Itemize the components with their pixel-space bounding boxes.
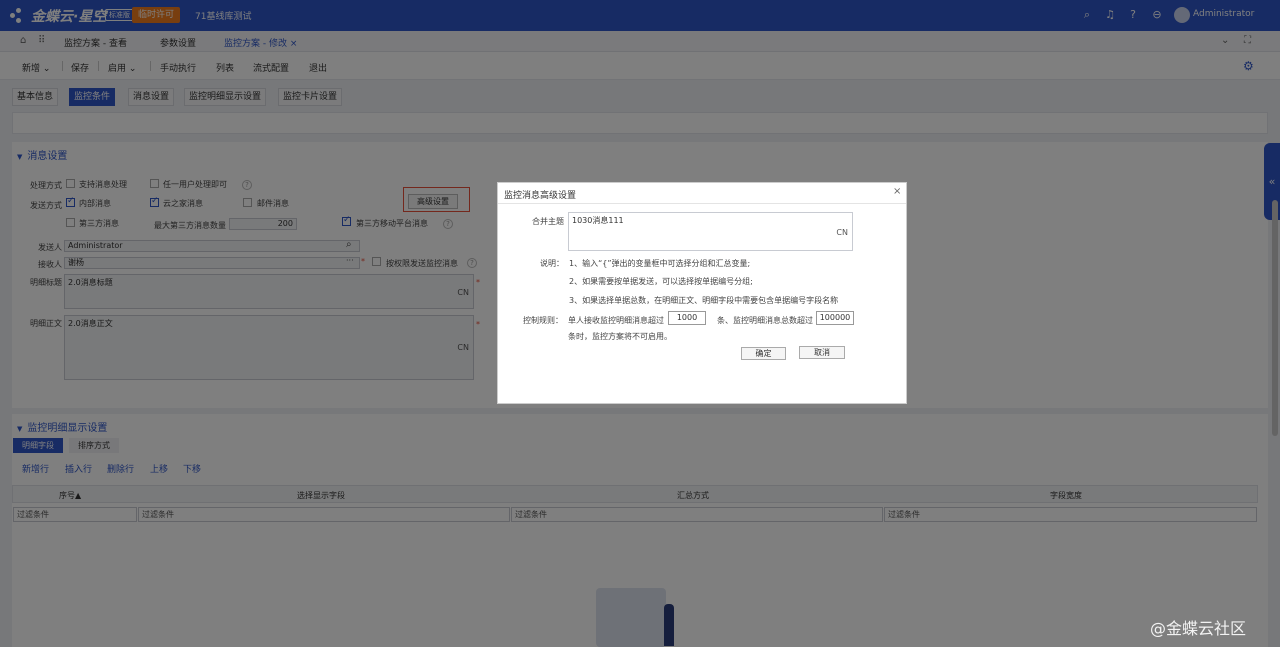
total-limit-input[interactable]: 100000	[816, 311, 854, 325]
cancel-button[interactable]: 取消	[799, 346, 845, 359]
advanced-settings-dialog: 监控消息高级设置 × 合并主题 1030消息111 CN 说明： 1、输入“{”…	[497, 182, 907, 404]
per-user-limit-input[interactable]: 1000	[668, 311, 706, 325]
dialog-title: 监控消息高级设置	[504, 191, 577, 201]
note-2: 2、如果需要按单据发送，可以选择按单据编号分组;	[569, 277, 753, 286]
merge-subject-label: 合并主题	[532, 217, 564, 226]
ok-button[interactable]: 确定	[741, 347, 786, 360]
note-3: 3、如果选择单据总数，在明细正文、明细字段中需要包含单据编号字段名称	[569, 296, 839, 305]
rule-text-3: 条时，监控方案将不可启用。	[568, 332, 672, 341]
dialog-header: 监控消息高级设置 ×	[498, 183, 906, 204]
merge-subject-textarea[interactable]: 1030消息111 CN	[568, 212, 853, 251]
brand-watermark: @金蝶云社区	[1150, 619, 1247, 638]
rule-text-2: 条、监控明细消息总数超过	[717, 316, 813, 325]
note-1: 1、输入“{”弹出的变量框中可选择分组和汇总变量;	[569, 259, 751, 268]
rule-label: 控制规则：	[523, 316, 563, 325]
rule-text-1: 单人接收监控明细消息超过	[568, 316, 664, 325]
close-icon[interactable]: ×	[893, 186, 901, 197]
language-tag[interactable]: CN	[836, 228, 848, 237]
merge-subject-value: 1030消息111	[572, 216, 624, 225]
note-label: 说明：	[540, 259, 564, 268]
